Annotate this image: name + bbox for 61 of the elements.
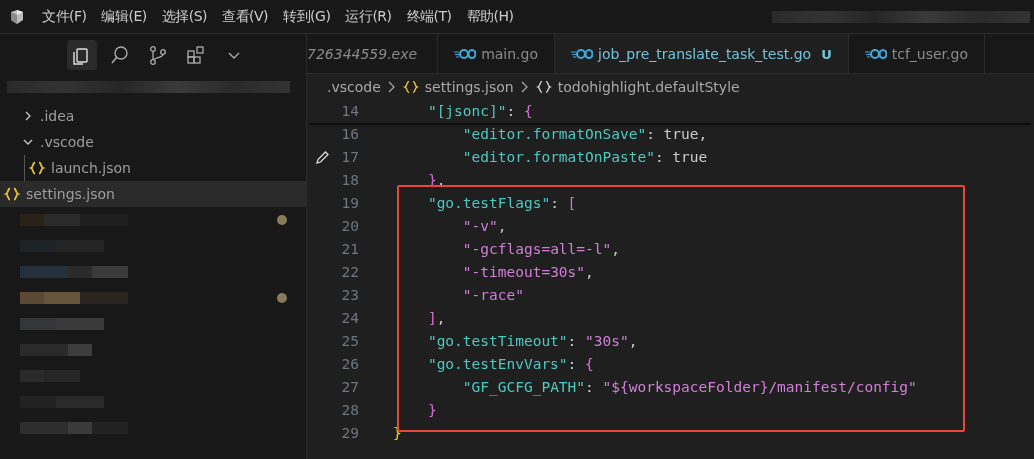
menu-item[interactable]: 编辑(E) — [101, 7, 147, 26]
breadcrumb-item[interactable]: .vscode — [327, 79, 381, 95]
file-type-icon — [454, 47, 477, 60]
code-line: "-race" — [462, 286, 524, 305]
code-line: "-timeout=30s", — [462, 263, 594, 282]
json-file-icon — [4, 187, 20, 201]
json-file-icon — [29, 161, 45, 175]
line-number: 16 — [341, 125, 359, 144]
line-number: 25 — [341, 332, 359, 351]
line-number: 22 — [341, 263, 359, 282]
app-logo-icon — [9, 8, 25, 25]
branch-icon[interactable] — [147, 44, 169, 66]
menu-item[interactable]: 文件(F) — [42, 7, 87, 26]
breadcrumb-item[interactable]: todohighlight.defaultStyle — [557, 79, 740, 95]
line-number: 27 — [341, 378, 359, 397]
tree-item[interactable]: settings.json — [0, 181, 306, 207]
line-number: 19 — [341, 194, 359, 213]
search-icon[interactable] — [109, 44, 131, 66]
menu-item[interactable]: 转到(G) — [283, 7, 331, 26]
line-number: 14 — [341, 102, 359, 121]
code-line: "go.testTimeout": "30s", — [427, 332, 638, 351]
extensions-icon[interactable] — [185, 44, 207, 66]
menu-item[interactable]: 终端(T) — [406, 7, 452, 26]
code-line: } — [427, 401, 437, 420]
json-file-icon — [402, 80, 419, 94]
tree-item[interactable]: launch.json — [25, 155, 306, 181]
editor-tab[interactable]: tcf_user.go — [848, 34, 985, 73]
code-line: "editor.formatOnPaste": true — [462, 148, 708, 167]
line-number: 26 — [341, 355, 359, 374]
editor-tab[interactable]: job_pre_translate_task_test.go U — [555, 34, 849, 73]
code-line: "go.testFlags": [ — [427, 194, 577, 213]
line-number: 28 — [341, 401, 359, 420]
code-line: "editor.formatOnSave": true, — [462, 125, 708, 144]
status-letter: U — [821, 46, 832, 62]
tree-item[interactable]: .vscode — [0, 129, 306, 155]
editor-tab[interactable]: 726344559.exe — [307, 34, 439, 73]
code-line: "-v", — [462, 217, 507, 236]
menu-item[interactable]: 查看(V) — [222, 7, 269, 26]
line-number: 20 — [341, 217, 359, 236]
chevron-right-icon — [519, 81, 530, 93]
tree-item[interactable]: .idea — [0, 103, 306, 129]
file-type-icon — [571, 48, 594, 60]
code-line: "-gcflags=all=-l", — [462, 240, 620, 259]
chevron-right-icon — [386, 81, 397, 93]
line-number: 21 — [341, 240, 359, 259]
pencil-icon[interactable] — [314, 149, 330, 166]
code-line: "go.testEnvVars": { — [427, 355, 594, 374]
line-number: 17 — [341, 148, 359, 167]
breadcrumb-item[interactable]: settings.json — [424, 79, 514, 95]
code-line: ], — [427, 309, 446, 328]
braces-icon — [535, 80, 552, 94]
code-line: "GF_GCFG_PATH": "${workspaceFolder}/manifest/config" — [462, 378, 917, 398]
line-number: 24 — [341, 309, 359, 328]
line-number: 23 — [341, 286, 359, 305]
line-number: 18 — [341, 171, 359, 190]
line-number: 29 — [341, 424, 359, 443]
menu-item[interactable]: 帮助(H) — [466, 7, 514, 26]
code-line: "[jsonc]": { — [427, 102, 533, 121]
menu-item[interactable]: 运行(R) — [345, 7, 392, 26]
file-type-icon — [864, 47, 887, 60]
menu-item[interactable]: 选择(S) — [161, 7, 208, 26]
